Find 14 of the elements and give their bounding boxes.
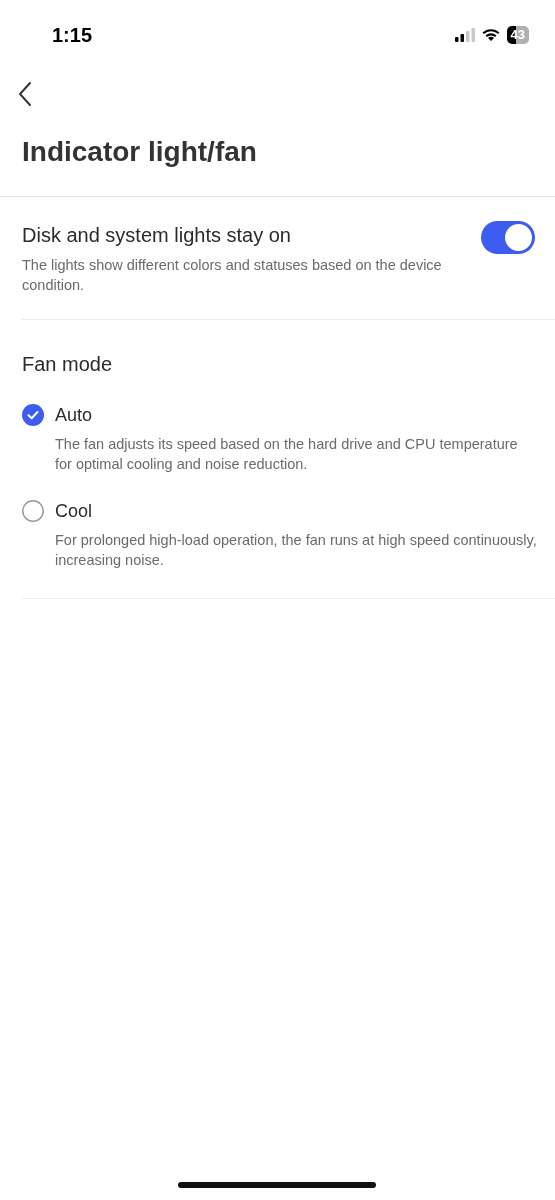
- setting-description: The lights show different colors and statuses based on the device condition.: [22, 256, 443, 295]
- option-label[interactable]: Auto: [55, 402, 93, 428]
- wifi-icon: [480, 28, 501, 42]
- toggle-switch[interactable]: [481, 221, 535, 254]
- signal-icon: [454, 28, 475, 42]
- option-description: For prolonged high-load operation, the fan runs at high speed continuously, increasing noise.: [55, 531, 537, 570]
- status-time: 1:15: [52, 23, 93, 47]
- page-title: Indicator light/fan: [22, 135, 258, 169]
- checked-radio-icon[interactable]: [22, 404, 44, 426]
- setting-title: Disk and system lights stay on: [22, 223, 292, 248]
- radio-button[interactable]: [22, 500, 44, 522]
- section-title: Fan mode: [22, 352, 114, 377]
- option-label[interactable]: Cool: [55, 498, 93, 524]
- option-description: The fan adjusts its speed based on the hard drive and CPU temperature for optimal cooling and noise reduction.: [55, 435, 519, 474]
